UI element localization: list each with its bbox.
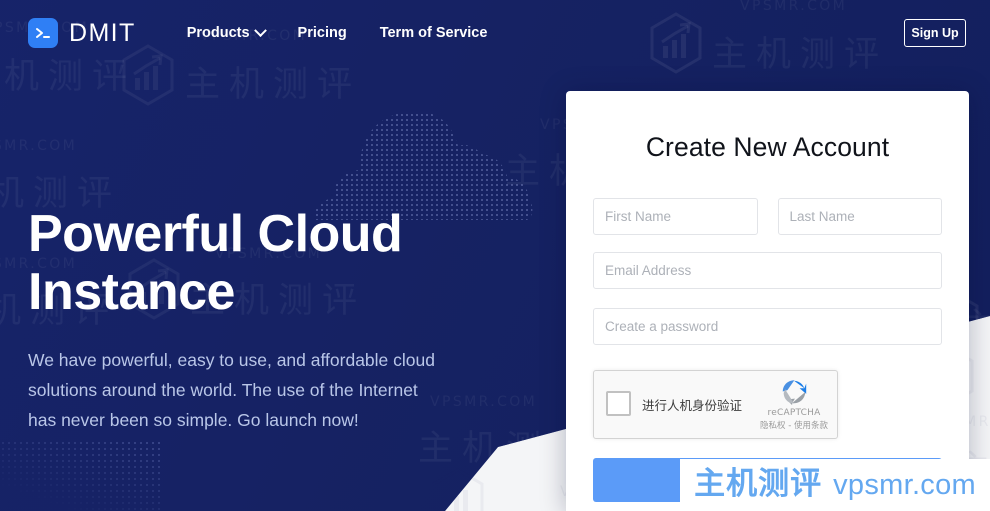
recaptcha-branding: reCAPTCHA 隐私权 - 使用条款 — [759, 377, 829, 431]
signup-card: Create New Account 进行人机身份验证 — [566, 91, 969, 511]
terminal-prompt-icon — [28, 18, 58, 48]
last-name-input[interactable] — [777, 198, 942, 235]
recaptcha-arrows-icon — [782, 380, 807, 406]
nav-item-pricing[interactable]: Pricing — [298, 25, 347, 41]
page-root: 主机测评 VPSMR.COM 主机测评 VPSMR.COM 主机测评 VPSMR… — [0, 0, 990, 511]
hero-title-line1: Powerful Cloud — [28, 205, 403, 263]
hero-subtitle: We have powerful, easy to use, and affor… — [28, 350, 435, 430]
email-input[interactable] — [593, 252, 942, 289]
overlay-watermark-backdrop — [680, 459, 990, 511]
password-input[interactable] — [593, 308, 942, 345]
nav-item-term-of-service[interactable]: Term of Service — [380, 25, 488, 41]
hero-title: Powerful Cloud Instance — [28, 205, 448, 321]
brand-name: DMIT — [69, 18, 136, 47]
first-name-input[interactable] — [593, 198, 758, 235]
recaptcha-label: 进行人机身份验证 — [642, 398, 743, 413]
signup-button[interactable]: Sign Up — [904, 19, 966, 47]
hero-content: Powerful Cloud Instance We have powerful… — [28, 205, 448, 435]
top-navigation-bar: DMIT Products Pricing Term of Service Si… — [0, 0, 990, 66]
recaptcha-checkbox[interactable] — [606, 391, 631, 416]
nav-links: Products Pricing Term of Service — [186, 23, 488, 41]
card-title: Create New Account — [645, 132, 890, 162]
chevron-down-icon — [253, 23, 267, 37]
recaptcha-widget[interactable]: 进行人机身份验证 reCAPTCHA 隐私权 - 使用条款 — [593, 370, 838, 439]
nav-item-tos-label: Term of Service — [379, 25, 488, 41]
recaptcha-legal-links[interactable]: 隐私权 - 使用条款 — [759, 419, 829, 431]
brand-logo[interactable]: DMIT — [28, 18, 136, 48]
hero-title-line2: Instance — [28, 263, 235, 321]
nav-item-products[interactable]: Products — [186, 23, 267, 41]
nav-item-pricing-label: Pricing — [297, 25, 347, 41]
name-row — [593, 198, 942, 235]
nav-item-products-label: Products — [186, 25, 250, 41]
recaptcha-brand-label: reCAPTCHA — [767, 408, 821, 418]
